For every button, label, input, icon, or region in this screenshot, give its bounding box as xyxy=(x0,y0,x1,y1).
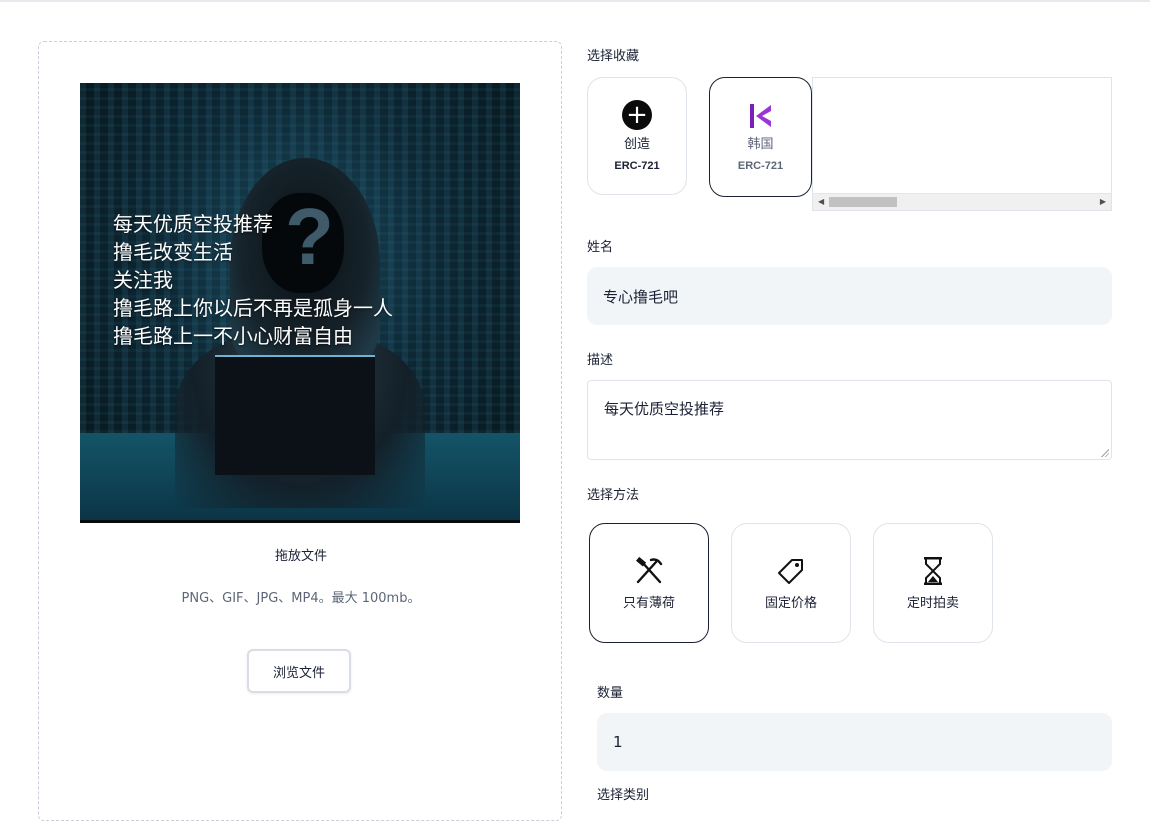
top-divider xyxy=(0,0,1150,2)
nft-preview-image: ? 每天优质空投推荐 撸毛改变生活 关注我 撸毛路上你以后不再是孤身一人 撸毛路… xyxy=(80,83,520,523)
collection-title: 创造 xyxy=(623,137,650,152)
method-name: 定时拍卖 xyxy=(906,595,959,611)
method-name: 只有薄荷 xyxy=(622,595,675,611)
accepted-formats-text: PNG、GIF、JPG、MP4。最大 100mb。 xyxy=(181,591,421,606)
quantity-input[interactable]: 1 xyxy=(597,713,1112,771)
create-collection-card[interactable]: + 创造 ERC-721 xyxy=(587,77,687,195)
resize-handle[interactable] xyxy=(1101,449,1109,457)
collection-standard: ERC-721 xyxy=(737,160,784,172)
plus-circle-icon: + xyxy=(622,100,652,130)
upload-dropzone[interactable]: ? 每天优质空投推荐 撸毛改变生活 关注我 撸毛路上你以后不再是孤身一人 撸毛路… xyxy=(38,41,562,821)
scrollbar-thumb[interactable] xyxy=(829,197,897,207)
drop-file-label: 拖放文件 xyxy=(274,549,327,564)
hourglass-icon xyxy=(921,556,945,586)
price-tag-icon xyxy=(777,556,805,586)
browse-files-button[interactable]: 浏览文件 xyxy=(247,649,351,693)
kyber-logo-icon xyxy=(749,104,771,128)
method-option-mint[interactable]: 只有薄荷 xyxy=(589,523,709,643)
pickaxe-hammer-icon xyxy=(634,556,664,586)
horizontal-scrollbar[interactable]: ◀ ▶ xyxy=(813,193,1111,210)
collection-scroll-area[interactable]: ◀ ▶ xyxy=(812,77,1112,211)
method-name: 固定价格 xyxy=(764,595,817,611)
preview-caption: 每天优质空投推荐 撸毛改变生活 关注我 撸毛路上你以后不再是孤身一人 撸毛路上一… xyxy=(113,212,393,348)
collection-card-korea[interactable]: 韩国 ERC-721 xyxy=(709,77,812,197)
method-option-timed-auction[interactable]: 定时拍卖 xyxy=(873,523,993,643)
method-label: 选择方法 xyxy=(587,488,640,503)
collection-title: 韩国 xyxy=(747,137,774,152)
name-label: 姓名 xyxy=(587,240,614,255)
scroll-right-icon[interactable]: ▶ xyxy=(1100,197,1106,206)
scroll-left-icon[interactable]: ◀ xyxy=(818,197,824,206)
description-text: 每天优质空投推荐 xyxy=(604,400,725,418)
category-label: 选择类别 xyxy=(597,788,650,803)
description-label: 描述 xyxy=(587,353,614,368)
quantity-label: 数量 xyxy=(597,686,624,701)
name-input[interactable]: 专心撸毛吧 xyxy=(587,267,1112,325)
method-option-fixed-price[interactable]: 固定价格 xyxy=(731,523,851,643)
collection-standard: ERC-721 xyxy=(614,160,660,172)
description-textarea[interactable]: 每天优质空投推荐 xyxy=(587,380,1112,460)
collection-label: 选择收藏 xyxy=(587,49,640,64)
